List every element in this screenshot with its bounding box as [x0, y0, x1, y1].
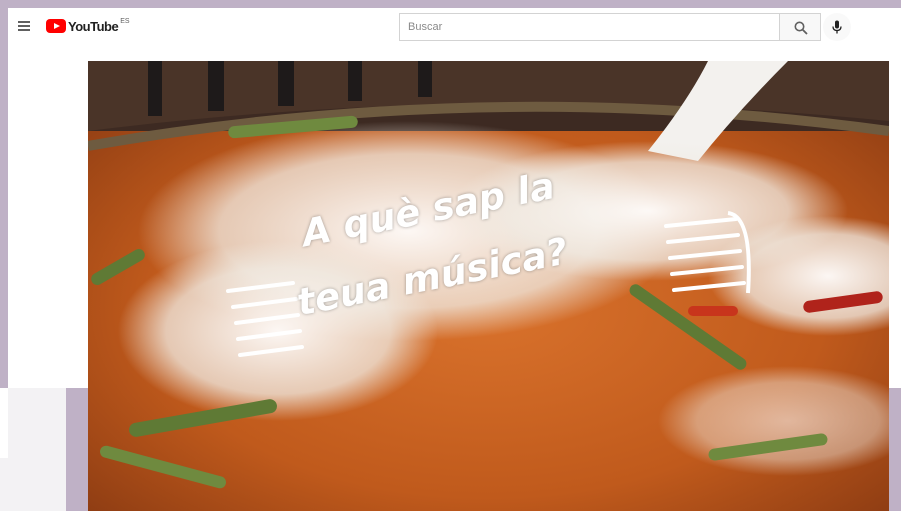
side-panel — [0, 388, 66, 511]
youtube-header: YouTube ES Buscar — [8, 8, 901, 46]
video-player[interactable]: A què sap la teua música? — [88, 61, 889, 511]
search-input[interactable]: Buscar — [399, 13, 780, 41]
microphone-icon — [832, 20, 842, 34]
logo-text: YouTube — [68, 18, 119, 34]
youtube-play-icon — [46, 19, 66, 33]
search-icon — [794, 21, 808, 35]
search-button[interactable] — [779, 13, 821, 41]
menu-icon[interactable] — [16, 17, 34, 35]
youtube-logo[interactable]: YouTube ES — [46, 17, 130, 35]
microphone-button[interactable] — [823, 13, 851, 41]
side-panel-strip — [0, 388, 8, 458]
country-code: ES — [120, 17, 130, 25]
